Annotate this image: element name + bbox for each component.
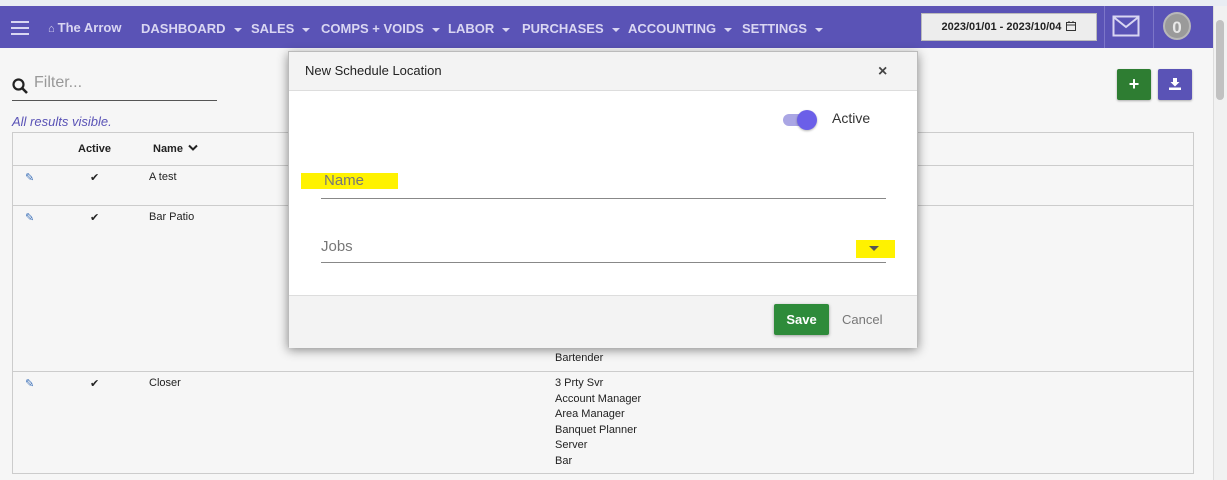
menu-dashboard[interactable]: DASHBOARD [141, 21, 242, 36]
name-input[interactable] [321, 172, 886, 189]
home-icon: ⌂ [48, 23, 55, 35]
job-item: 3 Prty Svr [555, 377, 604, 389]
active-label: Active [832, 110, 871, 126]
dialog-header: New Schedule Location × [289, 52, 917, 91]
menu-sales[interactable]: SALES [251, 21, 311, 36]
job-item: Banquet Planner [555, 423, 637, 436]
save-button[interactable]: Save [774, 304, 829, 335]
cancel-button[interactable]: Cancel [842, 312, 882, 327]
table-row: ✎ ✔ Closer 3 Prty Svr Account Manager Ar… [13, 372, 1193, 475]
job-item: Area Manager [555, 408, 625, 421]
download-button[interactable] [1158, 69, 1192, 100]
dialog-footer: Save Cancel [289, 295, 917, 348]
job-item: Bar [555, 454, 573, 467]
active-check: ✔ [90, 378, 100, 390]
chevron-down-icon [188, 144, 198, 151]
job-item: Bartender [555, 352, 604, 364]
edit-icon[interactable]: ✎ [25, 171, 34, 184]
menu-comps-voids[interactable]: COMPS + VOIDS [321, 21, 440, 36]
active-toggle[interactable] [783, 109, 817, 130]
name-field[interactable] [321, 172, 886, 199]
divider [1153, 6, 1154, 48]
location-name: A test [149, 171, 177, 183]
search-icon [12, 78, 28, 94]
edit-icon[interactable]: ✎ [25, 211, 34, 224]
jobs-select[interactable]: Jobs [321, 236, 886, 263]
new-schedule-location-dialog: New Schedule Location × Active Jobs Save… [288, 51, 918, 348]
menu-icon[interactable] [11, 21, 29, 35]
jobs-list: Bartender [555, 351, 603, 367]
date-range-button[interactable]: 2023/01/01 - 2023/10/04 [921, 13, 1097, 41]
menu-labor[interactable]: LABOR [448, 21, 511, 36]
notification-badge[interactable]: 0 [1163, 12, 1191, 40]
close-icon[interactable]: × [878, 63, 887, 81]
active-check: ✔ [90, 212, 100, 224]
plus-icon: + [1128, 74, 1140, 94]
scrollbar-thumb[interactable] [1216, 20, 1224, 100]
navbar: ⌂ The Arrow DASHBOARD SALES COMPS + VOIDS… [0, 6, 1213, 48]
menu-accounting[interactable]: ACCOUNTING [628, 21, 733, 36]
location-name: Bar Patio [149, 211, 195, 223]
download-icon [1169, 78, 1181, 90]
menu-purchases[interactable]: PURCHASES [522, 21, 620, 36]
jobs-list: 3 Prty Svr Account Manager Area Manager … [555, 376, 641, 470]
menu-settings[interactable]: SETTINGS [742, 21, 824, 36]
calendar-icon [1066, 21, 1077, 31]
brand-link[interactable]: ⌂ The Arrow [48, 20, 121, 35]
location-name: Closer [149, 377, 181, 389]
filter-input[interactable] [34, 74, 214, 92]
mail-icon[interactable] [1112, 14, 1140, 38]
active-check: ✔ [90, 172, 100, 184]
jobs-label: Jobs [321, 238, 353, 255]
divider [1104, 6, 1105, 48]
column-name[interactable]: Name [153, 143, 198, 155]
job-item: Account Manager [555, 392, 642, 405]
column-active[interactable]: Active [78, 143, 111, 155]
dropdown-caret-icon[interactable] [869, 246, 879, 251]
dialog-title: New Schedule Location [305, 63, 442, 78]
add-button[interactable]: + [1117, 69, 1151, 100]
results-status: All results visible. [12, 114, 112, 129]
job-item: Server [555, 439, 588, 452]
filter-field [12, 72, 217, 101]
edit-icon[interactable]: ✎ [25, 377, 34, 390]
